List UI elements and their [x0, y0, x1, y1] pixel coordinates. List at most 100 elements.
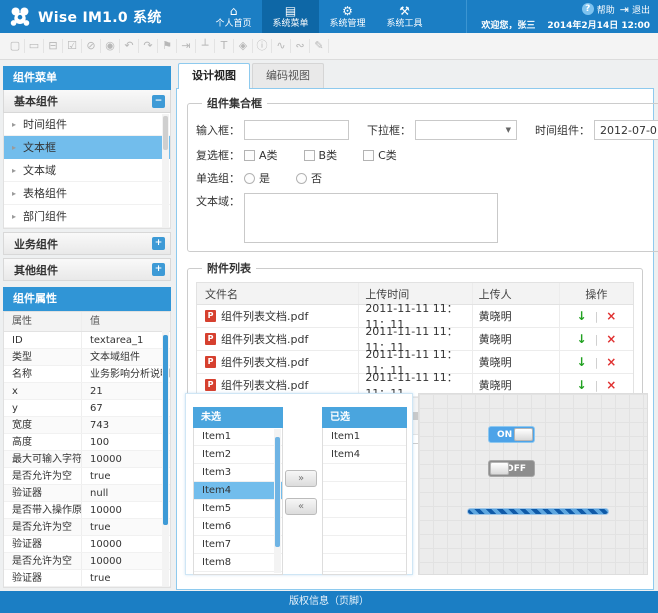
new-file-icon[interactable]: ▢: [6, 39, 25, 53]
checkbox-option-a[interactable]: A类: [244, 147, 278, 163]
list-item[interactable]: Item2: [194, 446, 282, 464]
wave-icon[interactable]: ∿: [272, 39, 291, 53]
edit-check-icon[interactable]: ☑: [63, 39, 82, 53]
radio-option-yes[interactable]: 是: [244, 170, 270, 186]
logo-icon: [9, 6, 31, 28]
textarea-field[interactable]: [244, 193, 498, 243]
nav-item-home[interactable]: ⌂ 个人首页: [205, 0, 262, 33]
redo-icon[interactable]: ↷: [139, 39, 158, 53]
download-icon[interactable]: ↓: [577, 378, 587, 392]
file-name[interactable]: 组件列表文档.pdf: [221, 331, 308, 347]
save-icon[interactable]: ⊟: [44, 39, 63, 53]
toggle-knob[interactable]: [490, 462, 509, 475]
prop-row[interactable]: 是否带入操作原因10000: [4, 502, 170, 519]
radio-icon[interactable]: [244, 173, 255, 184]
toolbar: ▢ ▭ ⊟ ☑ ⊘ ◉ ↶ ↷ ⚑ ⇥ ┴ T ◈ ⓘ ∿ ∾ ✎: [0, 33, 658, 60]
prop-row[interactable]: 高度100: [4, 434, 170, 451]
checkbox-icon[interactable]: [304, 150, 315, 161]
nav-item-system-tools[interactable]: ⚒ 系统工具: [376, 0, 433, 33]
delete-icon[interactable]: ×: [606, 309, 616, 323]
toggle-knob[interactable]: [514, 428, 533, 441]
list-item[interactable]: Item4: [323, 446, 406, 464]
list-item-selected[interactable]: Item4: [194, 482, 282, 500]
checkbox-icon[interactable]: [244, 150, 255, 161]
list-item[interactable]: Item6: [194, 518, 282, 536]
undo-icon[interactable]: ↶: [120, 39, 139, 53]
sidebar-item-textarea[interactable]: 文本域: [4, 159, 170, 182]
list-item[interactable]: Item8: [194, 554, 282, 572]
move-left-button[interactable]: «: [285, 498, 317, 515]
prop-row[interactable]: 宽度743: [4, 417, 170, 434]
date-input[interactable]: 2012-07-01 ▦: [594, 120, 658, 140]
prop-row[interactable]: x21: [4, 383, 170, 400]
component-list-scrollbar[interactable]: [162, 114, 169, 227]
flag-icon[interactable]: ⚑: [158, 39, 177, 53]
nav-item-system-menu[interactable]: ▤ 系统菜单: [262, 0, 319, 33]
list-item[interactable]: Item3: [194, 464, 282, 482]
prop-row[interactable]: 是否允许为空true: [4, 519, 170, 536]
delete-icon[interactable]: ×: [606, 332, 616, 346]
empty-row: [323, 482, 406, 500]
accordion-business-components[interactable]: 业务组件 +: [3, 232, 171, 255]
indent-icon[interactable]: ⇥: [177, 39, 196, 53]
dropdown-select[interactable]: ▼: [415, 120, 517, 140]
help-button[interactable]: ? 帮助: [582, 3, 615, 16]
toggle-switch-off[interactable]: OFF: [488, 460, 535, 477]
expand-icon[interactable]: +: [152, 263, 165, 276]
prop-row[interactable]: 最大可输入字符数10000: [4, 451, 170, 468]
prop-row[interactable]: 是否允许为空true: [4, 468, 170, 485]
sidebar-item-department[interactable]: 部门组件: [4, 205, 170, 228]
checkbox-icon[interactable]: [363, 150, 374, 161]
list-item[interactable]: Item5: [194, 500, 282, 518]
delete-icon[interactable]: ×: [606, 378, 616, 392]
pdf-icon: P: [205, 310, 216, 322]
pencil-icon[interactable]: ✎: [310, 39, 329, 53]
lock-icon[interactable]: ◈: [234, 39, 253, 53]
prop-row[interactable]: 验证器true: [4, 570, 170, 587]
checkbox-option-b[interactable]: B类: [304, 147, 338, 163]
accordion-other-components[interactable]: 其他组件 +: [3, 258, 171, 281]
radio-icon[interactable]: [296, 173, 307, 184]
collapse-icon[interactable]: −: [152, 95, 165, 108]
prop-row[interactable]: 验证器null: [4, 485, 170, 502]
move-right-button[interactable]: »: [285, 470, 317, 487]
list-item[interactable]: Item1: [194, 428, 282, 446]
open-folder-icon[interactable]: ▭: [25, 39, 44, 53]
sidebar-item-textbox[interactable]: 文本框: [4, 136, 170, 159]
unselected-list-scrollbar[interactable]: [274, 429, 281, 573]
text-icon[interactable]: T: [215, 39, 234, 53]
checkbox-option-c[interactable]: C类: [363, 147, 397, 163]
logout-button[interactable]: ⇥ 退出: [620, 3, 650, 16]
info-icon[interactable]: ⓘ: [253, 39, 272, 53]
download-icon[interactable]: ↓: [577, 309, 587, 323]
prop-row[interactable]: 验证器10000: [4, 536, 170, 553]
curve-icon[interactable]: ∾: [291, 39, 310, 53]
prop-row[interactable]: IDtextarea_1: [4, 332, 170, 349]
file-name[interactable]: 组件列表文档.pdf: [221, 308, 308, 324]
download-icon[interactable]: ↓: [577, 355, 587, 369]
sidebar-item-time[interactable]: 时间组件: [4, 113, 170, 136]
prop-row[interactable]: 类型文本域组件: [4, 349, 170, 366]
delete-icon[interactable]: ×: [606, 355, 616, 369]
tab-code-view[interactable]: 编码视图: [252, 63, 324, 88]
accordion-basic-components[interactable]: 基本组件 −: [3, 90, 171, 113]
sidebar-item-table[interactable]: 表格组件: [4, 182, 170, 205]
prop-row[interactable]: 名称业务影响分析说明: [4, 366, 170, 383]
download-icon[interactable]: ↓: [577, 332, 587, 346]
nav-item-system-manage[interactable]: ⚙ 系统管理: [319, 0, 376, 33]
file-name[interactable]: 组件列表文档.pdf: [221, 377, 308, 393]
list-item[interactable]: Item1: [323, 428, 406, 446]
toggle-switch-on[interactable]: ON: [488, 426, 535, 443]
radio-option-no[interactable]: 否: [296, 170, 322, 186]
props-scrollbar[interactable]: [162, 313, 169, 586]
prop-row[interactable]: y67: [4, 400, 170, 417]
delete-icon[interactable]: ⊘: [82, 39, 101, 53]
tab-design-view[interactable]: 设计视图: [178, 63, 250, 89]
publish-icon[interactable]: ◉: [101, 39, 120, 53]
expand-icon[interactable]: +: [152, 237, 165, 250]
text-input[interactable]: [244, 120, 349, 140]
list-item[interactable]: Item7: [194, 536, 282, 554]
prop-row[interactable]: 是否允许为空10000: [4, 553, 170, 570]
file-name[interactable]: 组件列表文档.pdf: [221, 354, 308, 370]
align-bottom-icon[interactable]: ┴: [196, 39, 215, 53]
